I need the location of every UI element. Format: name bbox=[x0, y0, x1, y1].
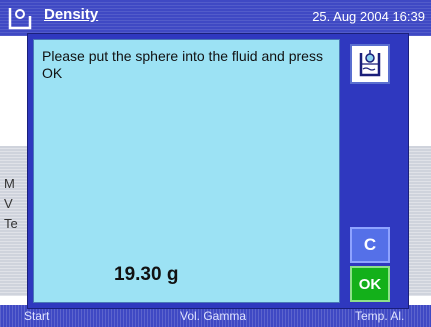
background-row-label: V bbox=[4, 196, 13, 211]
instruction-dialog: Please put the sphere into the fluid and… bbox=[27, 33, 409, 309]
time-text: 16:39 bbox=[392, 9, 425, 24]
footer-start-label: Start bbox=[24, 309, 50, 323]
app-title: Density bbox=[44, 6, 99, 23]
date-text: 25. Aug 2004 bbox=[312, 9, 389, 24]
footer-temp-label: Temp. Al. bbox=[355, 309, 405, 323]
sphere-in-fluid-icon bbox=[350, 44, 390, 84]
weight-readout: 19.30 g bbox=[114, 264, 179, 285]
cancel-button[interactable]: C bbox=[350, 227, 390, 263]
dialog-content: Please put the sphere into the fluid and… bbox=[33, 39, 340, 303]
date-time: 25. Aug 2004 16:39 bbox=[312, 9, 425, 24]
background-row-label: Te bbox=[4, 216, 18, 231]
ok-button[interactable]: OK bbox=[350, 266, 390, 302]
background-row-label: M bbox=[4, 176, 15, 191]
footer-vol-gamma-label: Vol. Gamma bbox=[180, 309, 247, 323]
app-header: Density 25. Aug 2004 16:39 bbox=[0, 0, 431, 36]
instruction-message: Please put the sphere into the fluid and… bbox=[42, 48, 323, 81]
